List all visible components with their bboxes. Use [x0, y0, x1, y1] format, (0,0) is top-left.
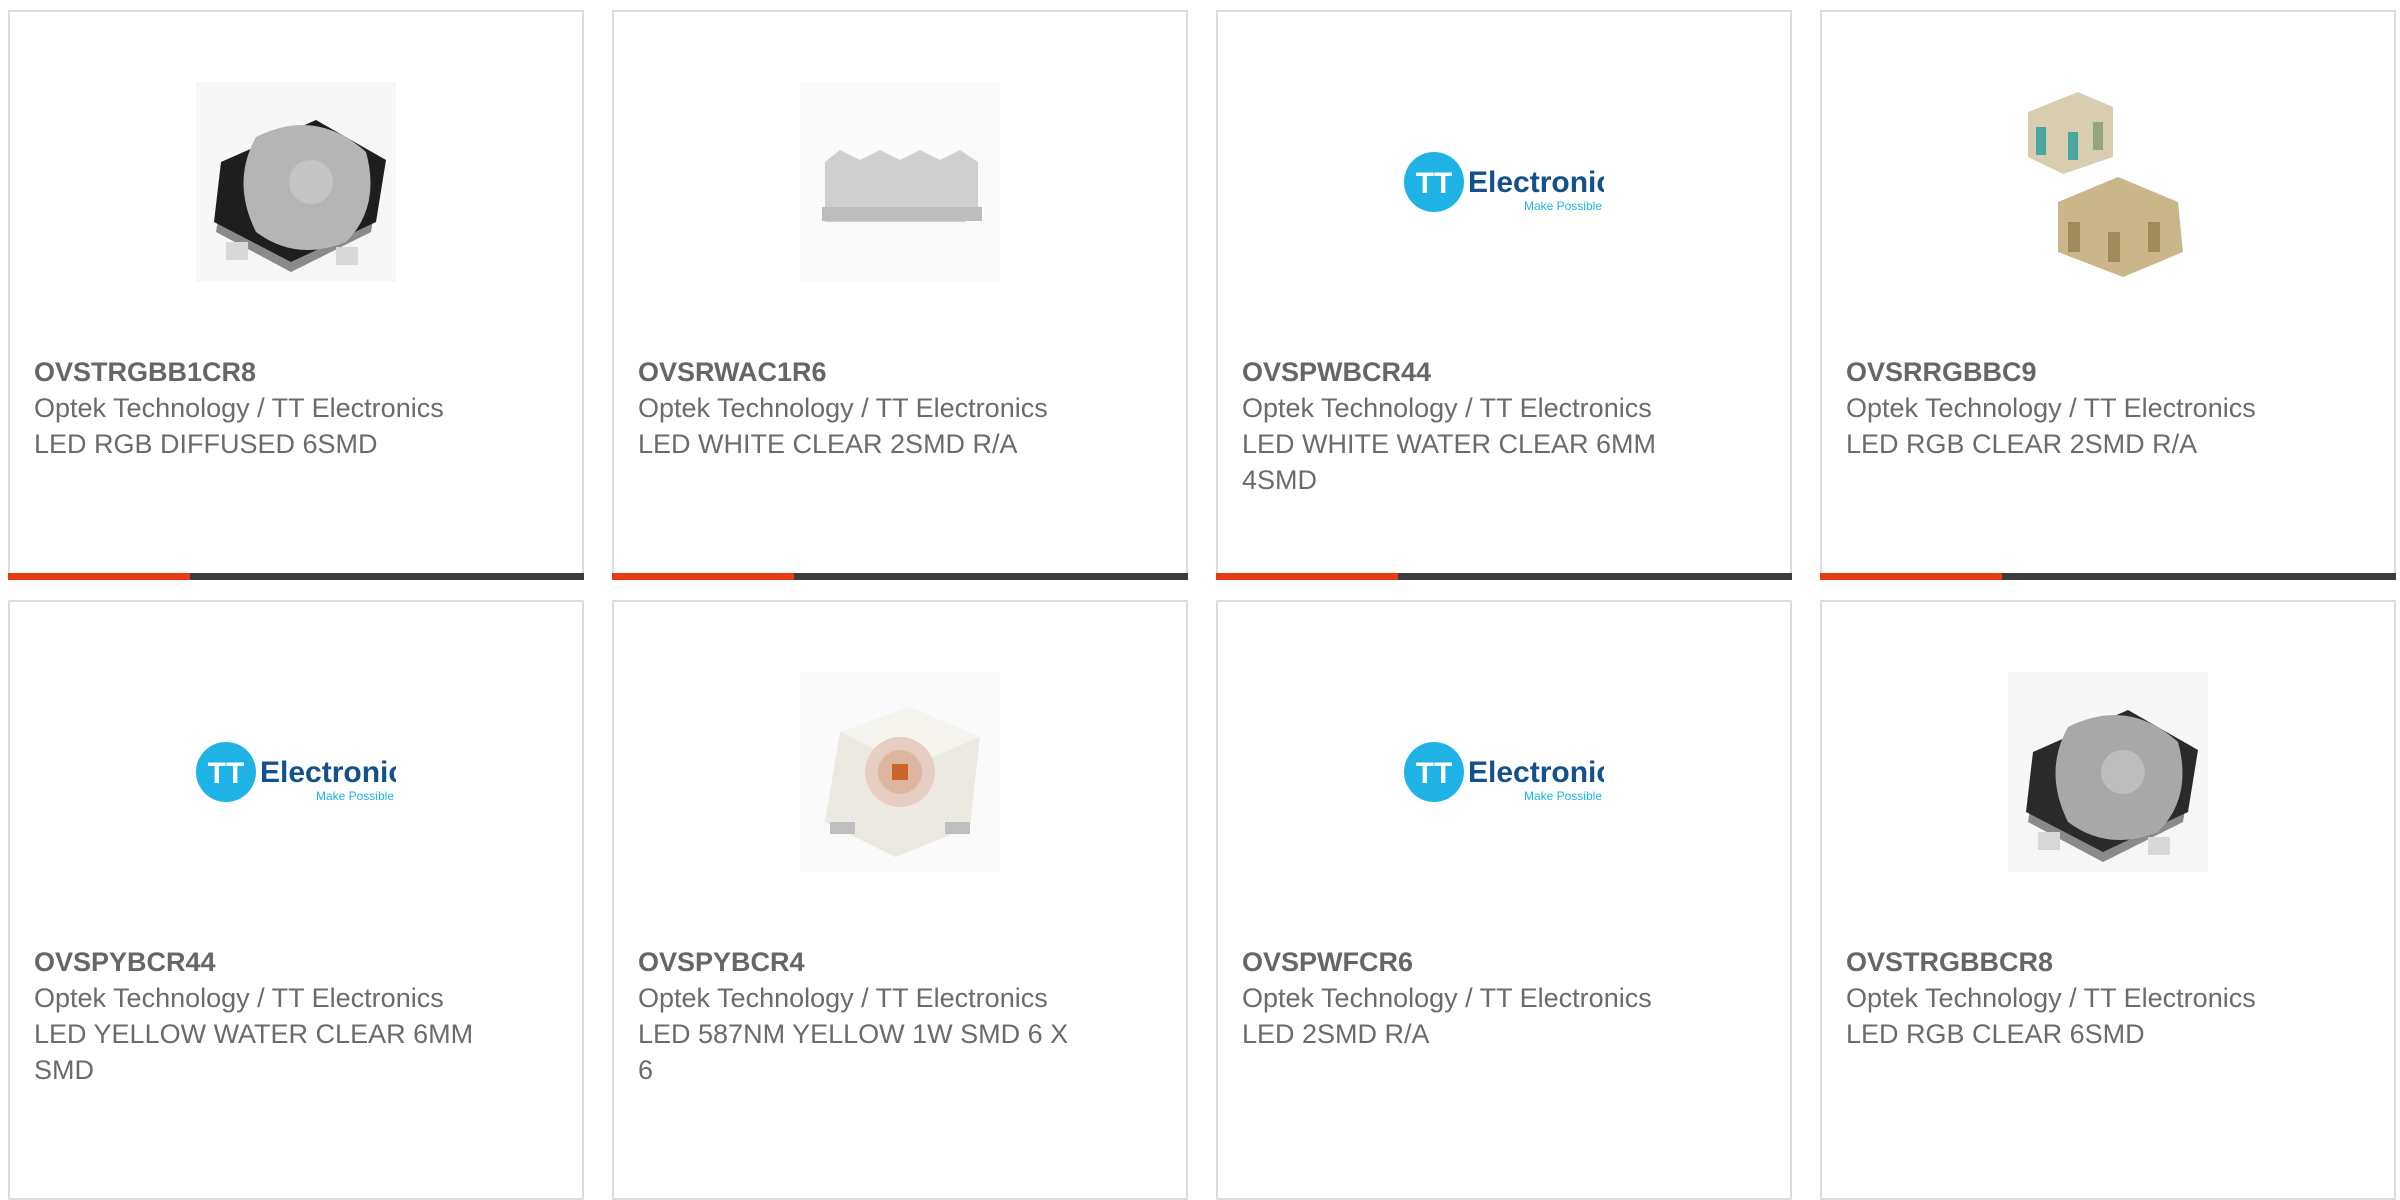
product-card[interactable]: TT Electronics Make Possible OVSPWBCR44 …: [1216, 10, 1792, 580]
logo-tagline: Make Possible: [316, 789, 394, 803]
logo-name: Electronics: [1468, 756, 1604, 789]
product-description: LED YELLOW WATER CLEAR 6MM SMD: [34, 1019, 474, 1085]
manufacturer-name: Optek Technology / TT Electronics: [34, 983, 444, 1013]
card-accent-highlight: [1820, 573, 2002, 580]
product-description: LED WHITE WATER CLEAR 6MM 4SMD: [1242, 429, 1657, 495]
product-card[interactable]: OVSRWAC1R6 Optek Technology / TT Electro…: [612, 10, 1188, 580]
part-number-link[interactable]: OVSPWFCR6: [1242, 947, 1413, 977]
logo-tagline: Make Possible: [1524, 789, 1602, 803]
product-card[interactable]: TT Electronics Make Possible OVSPWFCR6 O…: [1216, 600, 1792, 1200]
logo-tagline: Make Possible: [1524, 199, 1602, 213]
part-number-link[interactable]: OVSTRGBBCR8: [1846, 947, 2053, 977]
part-number-link[interactable]: OVSPWBCR44: [1242, 357, 1431, 387]
product-grid: OVSTRGBB1CR8 Optek Technology / TT Elect…: [8, 10, 2400, 1200]
product-description: LED RGB DIFFUSED 6SMD: [34, 429, 378, 459]
product-description: LED 587NM YELLOW 1W SMD 6 X 6: [638, 1019, 1069, 1085]
led-rgb-diffused-image[interactable]: [196, 82, 396, 282]
card-accent-highlight: [1216, 573, 1398, 580]
logo-mark: TT: [208, 757, 245, 790]
product-description: LED RGB CLEAR 6SMD: [1846, 1019, 2145, 1049]
product-description: LED RGB CLEAR 2SMD R/A: [1846, 429, 2198, 459]
tt-electronics-logo[interactable]: TT Electronics Make Possible: [196, 672, 396, 872]
card-accent-bar: [1216, 573, 1792, 580]
part-number-link[interactable]: OVSRWAC1R6: [638, 357, 827, 387]
manufacturer-name: Optek Technology / TT Electronics: [1242, 393, 1652, 423]
logo-name: Electronics: [1468, 166, 1604, 199]
part-number-link[interactable]: OVSPYBCR44: [34, 947, 216, 977]
manufacturer-name: Optek Technology / TT Electronics: [1846, 983, 2256, 1013]
led-rgb-clear-image[interactable]: [2008, 672, 2208, 872]
part-number-link[interactable]: OVSPYBCR4: [638, 947, 805, 977]
manufacturer-name: Optek Technology / TT Electronics: [1846, 393, 2256, 423]
product-card[interactable]: OVSTRGBBCR8 Optek Technology / TT Electr…: [1820, 600, 2396, 1200]
logo-name: Electronics: [260, 756, 396, 789]
part-number-link[interactable]: OVSRRGBBC9: [1846, 357, 2037, 387]
manufacturer-name: Optek Technology / TT Electronics: [1242, 983, 1652, 1013]
product-card[interactable]: TT Electronics Make Possible OVSPYBCR44 …: [8, 600, 584, 1200]
logo-mark: TT: [1416, 757, 1453, 790]
logo-mark: TT: [1416, 167, 1453, 200]
card-accent-bar: [612, 573, 1188, 580]
tt-electronics-logo[interactable]: TT Electronics Make Possible: [1404, 82, 1604, 282]
card-accent-highlight: [612, 573, 794, 580]
product-card[interactable]: OVSRRGBBC9 Optek Technology / TT Electro…: [1820, 10, 2396, 580]
product-card[interactable]: OVSPYBCR4 Optek Technology / TT Electron…: [612, 600, 1188, 1200]
product-description: LED WHITE CLEAR 2SMD R/A: [638, 429, 1018, 459]
product-description: LED 2SMD R/A: [1242, 1019, 1430, 1049]
card-accent-bar: [8, 573, 584, 580]
led-yellow-power-image[interactable]: [800, 672, 1000, 872]
product-card[interactable]: OVSTRGBB1CR8 Optek Technology / TT Elect…: [8, 10, 584, 580]
led-rgb-right-angle-image[interactable]: [2008, 82, 2208, 282]
manufacturer-name: Optek Technology / TT Electronics: [34, 393, 444, 423]
led-white-right-angle-image[interactable]: [800, 82, 1000, 282]
manufacturer-name: Optek Technology / TT Electronics: [638, 393, 1048, 423]
manufacturer-name: Optek Technology / TT Electronics: [638, 983, 1048, 1013]
tt-electronics-logo[interactable]: TT Electronics Make Possible: [1404, 672, 1604, 872]
card-accent-bar: [1820, 573, 2396, 580]
part-number-link[interactable]: OVSTRGBB1CR8: [34, 357, 256, 387]
card-accent-highlight: [8, 573, 190, 580]
